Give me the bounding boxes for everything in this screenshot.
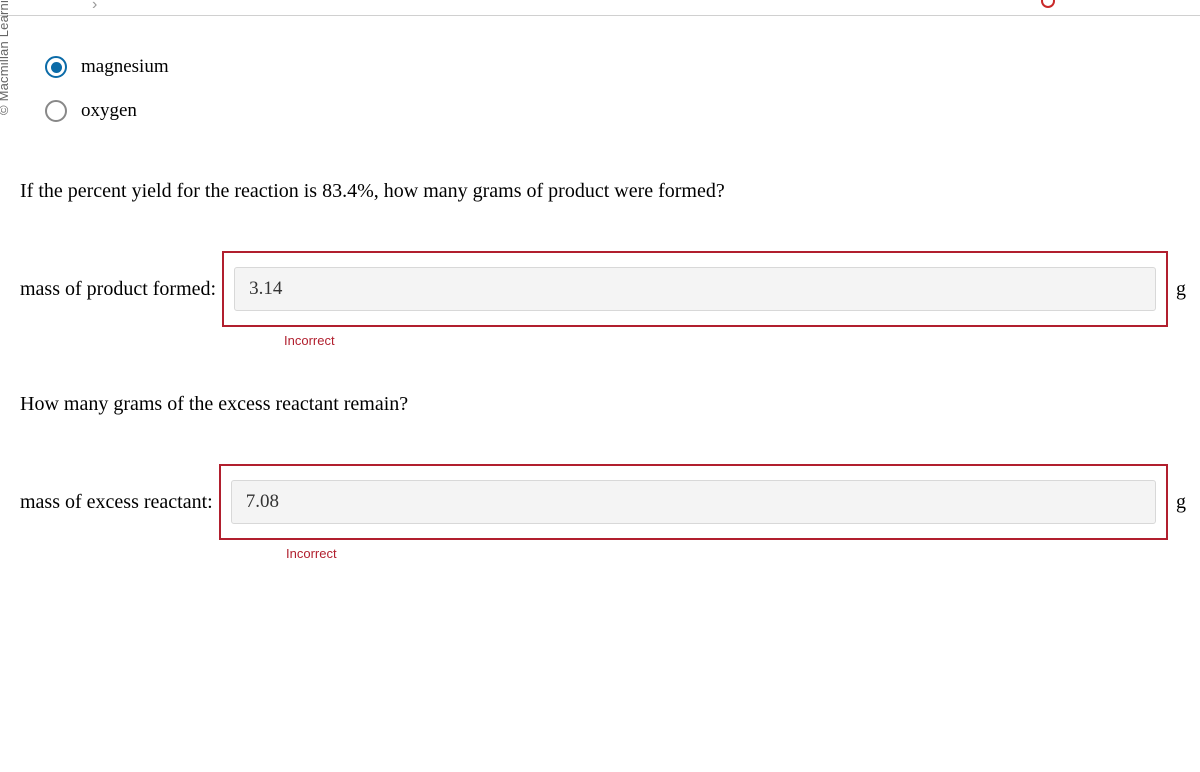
answer-2-feedback: Incorrect	[286, 546, 1190, 561]
unit-label: g	[1176, 278, 1190, 301]
content-area: magnesium oxygen If the percent yield fo…	[0, 16, 1200, 591]
question-1-text: If the percent yield for the reaction is…	[20, 180, 1190, 203]
answer-1-feedback: Incorrect	[284, 333, 1190, 348]
radio-option-magnesium[interactable]: magnesium	[45, 56, 1190, 78]
mass-excess-input[interactable]	[231, 480, 1156, 524]
answer-1-label: mass of product formed:	[20, 278, 216, 301]
answer-2-row: mass of excess reactant: g	[20, 464, 1190, 540]
radio-icon	[45, 100, 67, 122]
copyright-label: © Macmillan Learning	[0, 0, 11, 115]
status-circle-icon	[1041, 0, 1055, 8]
chevron-right-icon: ›	[92, 0, 97, 14]
top-bar: ›	[0, 0, 1200, 16]
radio-label: magnesium	[81, 56, 169, 78]
unit-label: g	[1176, 491, 1190, 514]
question-2-text: How many grams of the excess reactant re…	[20, 393, 1190, 416]
answer-2-label: mass of excess reactant:	[20, 491, 213, 514]
radio-label: oxygen	[81, 100, 137, 122]
answer-1-box	[222, 251, 1168, 327]
mass-product-input[interactable]	[234, 267, 1156, 311]
radio-selected-dot-icon	[51, 62, 62, 73]
answer-2-box	[219, 464, 1168, 540]
radio-icon	[45, 56, 67, 78]
answer-1-row: mass of product formed: g	[20, 251, 1190, 327]
radio-option-oxygen[interactable]: oxygen	[45, 100, 1190, 122]
